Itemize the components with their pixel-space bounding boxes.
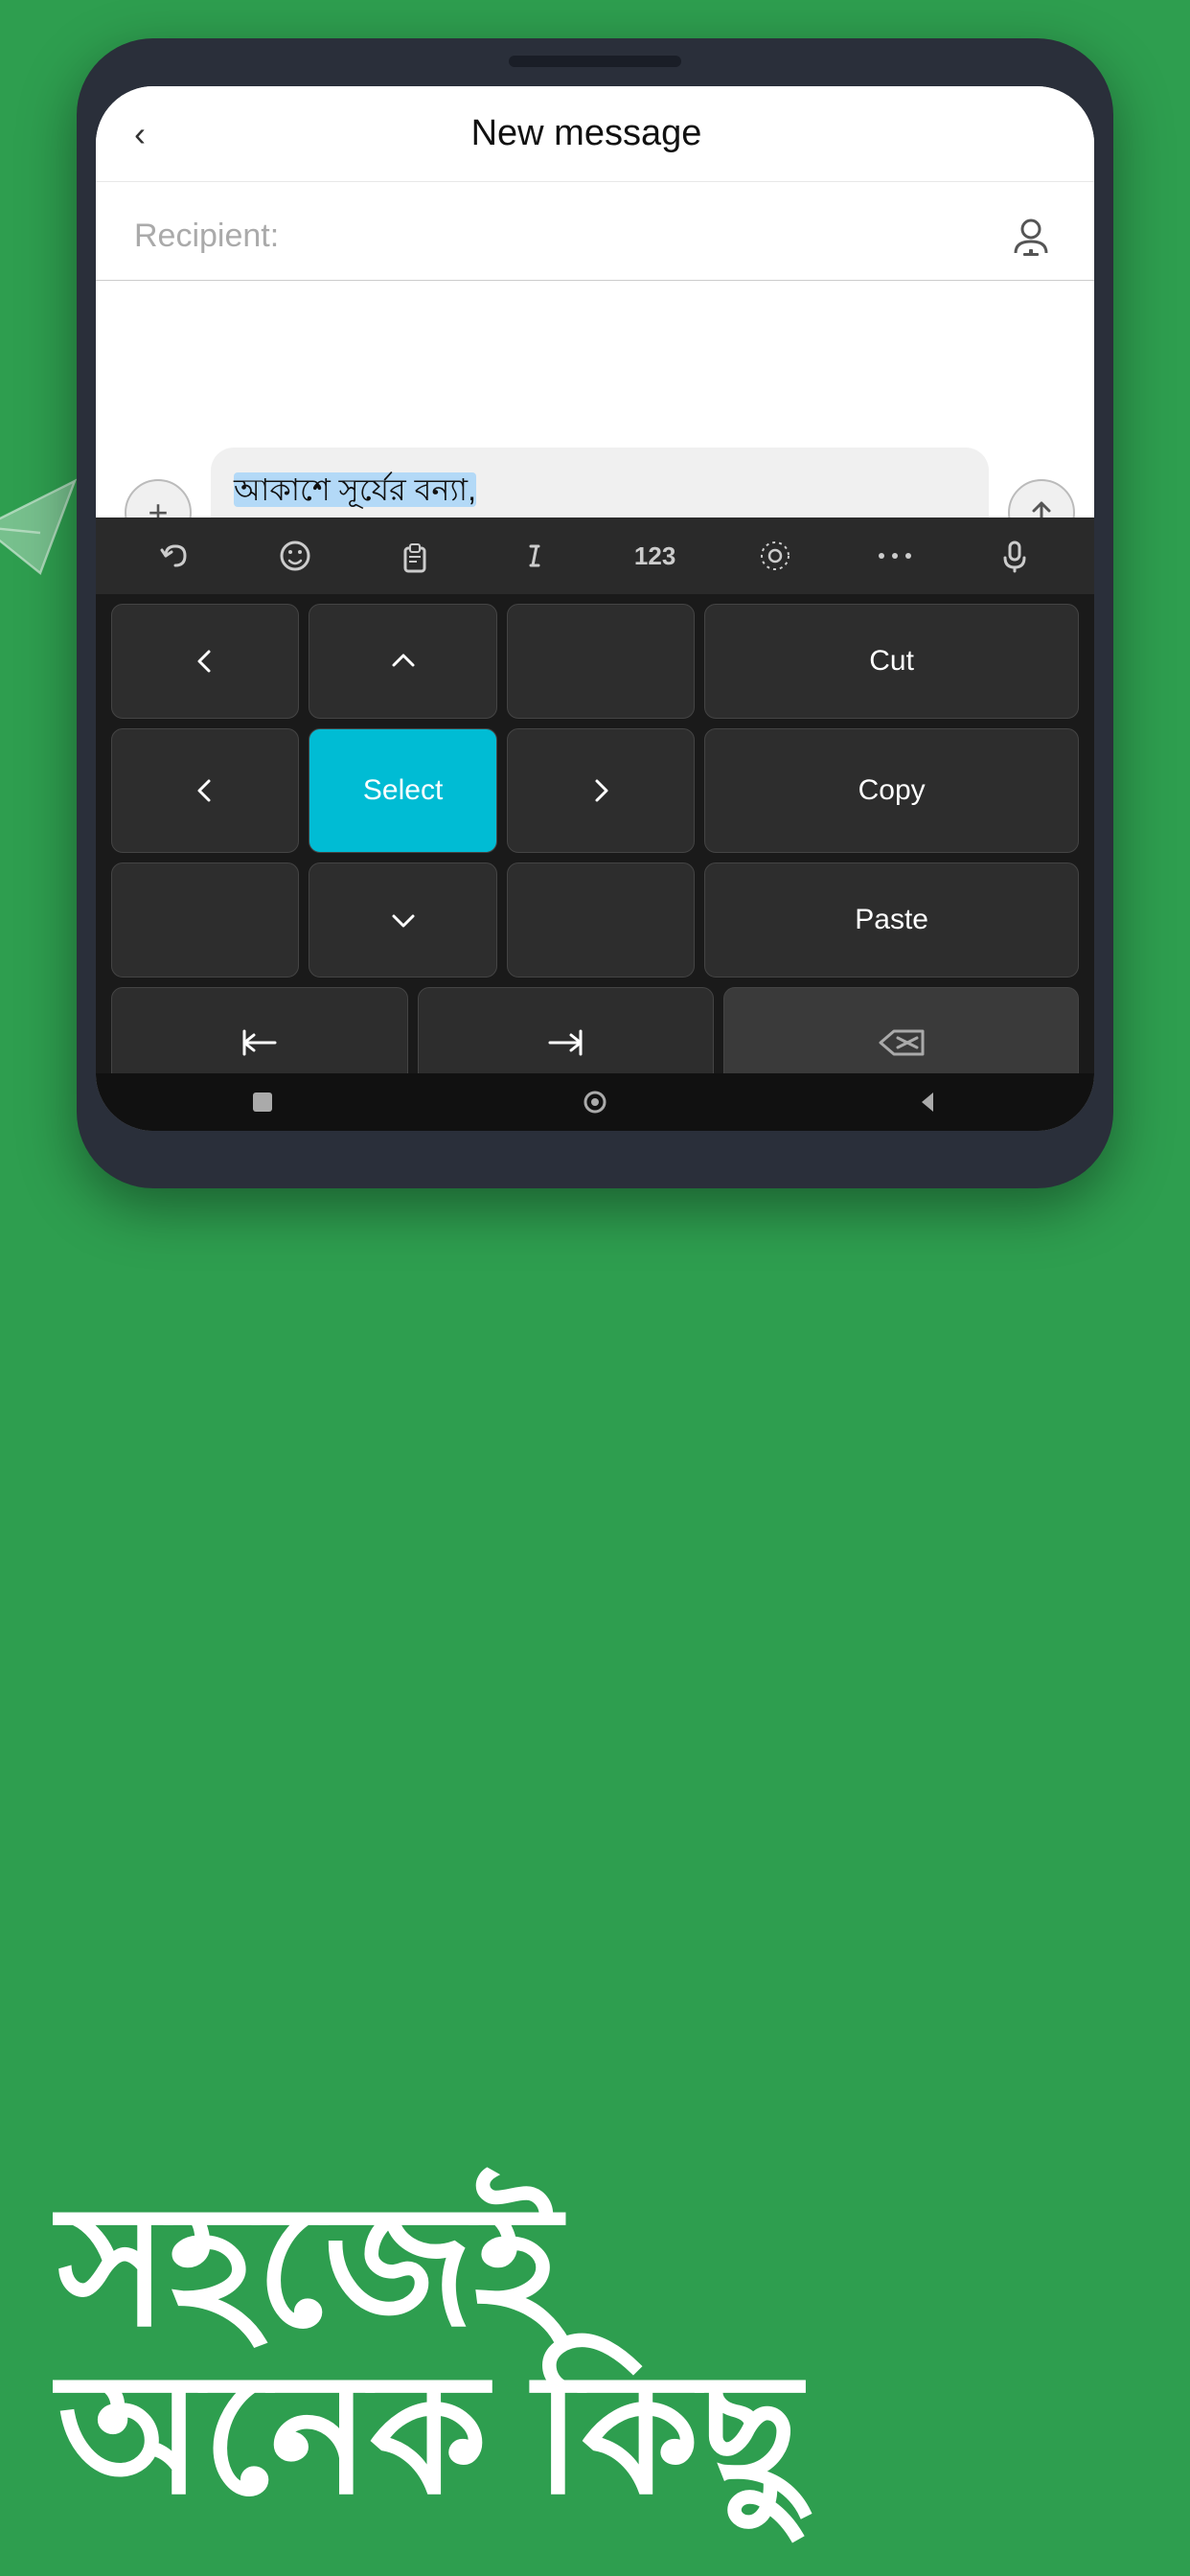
spacer-top bbox=[507, 604, 695, 719]
selected-text: আকাশে সূর্যের বন্যা, bbox=[234, 472, 476, 507]
key-row-1: Cut bbox=[111, 604, 1079, 719]
nav-square-button[interactable] bbox=[239, 1078, 286, 1126]
select-button[interactable]: Select bbox=[309, 728, 496, 853]
phone-screen: ‹ New message Recipient: + আকাশে সূর্যের… bbox=[96, 86, 1094, 1131]
phone-frame: ‹ New message Recipient: + আকাশে সূর্যের… bbox=[77, 38, 1113, 1188]
bengali-line2: অনেক কিছু bbox=[57, 2351, 1133, 2518]
bengali-line1: সহজেই bbox=[57, 2183, 1133, 2351]
toolbar-italic-icon[interactable] bbox=[506, 527, 563, 585]
paste-button[interactable]: Paste bbox=[704, 862, 1079, 978]
phone-notch bbox=[509, 56, 681, 67]
spacer-bottom-2 bbox=[507, 862, 695, 978]
numbers-label: 123 bbox=[634, 541, 675, 571]
contact-icon[interactable] bbox=[1006, 211, 1056, 261]
nav-back-button[interactable] bbox=[904, 1078, 951, 1126]
toolbar-settings-icon[interactable] bbox=[746, 527, 804, 585]
nav-right-button[interactable] bbox=[507, 728, 695, 853]
toolbar-emoji-icon[interactable] bbox=[266, 527, 324, 585]
spacer-bottom bbox=[111, 862, 299, 978]
nav-home-button[interactable] bbox=[571, 1078, 619, 1126]
toolbar-clipboard-icon[interactable] bbox=[386, 527, 444, 585]
toolbar-numbers-icon[interactable]: 123 bbox=[627, 527, 684, 585]
bottom-navigation bbox=[96, 1073, 1094, 1131]
top-bar: ‹ New message bbox=[96, 86, 1094, 182]
nav-left-button[interactable] bbox=[111, 604, 299, 719]
nav-down-button[interactable] bbox=[309, 862, 496, 978]
copy-button[interactable]: Copy bbox=[704, 728, 1079, 853]
bengali-title-block: সহজেই অনেক কিছু bbox=[57, 2183, 1133, 2518]
toolbar-undo-icon[interactable] bbox=[147, 527, 204, 585]
nav-left-button-2[interactable] bbox=[111, 728, 299, 853]
keyboard-main: Cut Select Copy bbox=[96, 594, 1094, 1107]
paper-plane-decoration bbox=[0, 470, 86, 585]
cut-button[interactable]: Cut bbox=[704, 604, 1079, 719]
keyboard-area: 123 bbox=[96, 518, 1094, 1131]
message-area[interactable] bbox=[96, 281, 1094, 434]
recipient-row: Recipient: bbox=[96, 182, 1094, 281]
key-row-2: Select Copy bbox=[111, 728, 1079, 853]
recipient-placeholder[interactable]: Recipient: bbox=[134, 218, 1006, 255]
page-title: New message bbox=[174, 113, 998, 154]
nav-up-button[interactable] bbox=[309, 604, 496, 719]
toolbar-more-icon[interactable] bbox=[866, 527, 924, 585]
key-row-3: Paste bbox=[111, 862, 1079, 978]
back-button[interactable]: ‹ bbox=[134, 114, 146, 154]
keyboard-toolbar: 123 bbox=[96, 518, 1094, 594]
toolbar-mic-icon[interactable] bbox=[986, 527, 1043, 585]
app-screen: { "background": { "color": "#2e9e4f" }, … bbox=[0, 0, 1190, 2576]
